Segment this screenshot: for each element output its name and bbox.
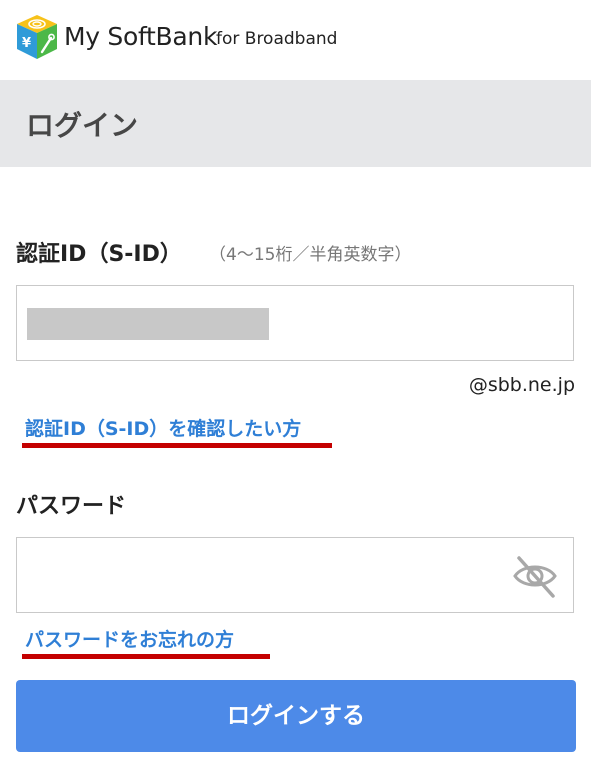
password-help-link[interactable]: パスワードをお忘れの方: [25, 625, 234, 652]
id-help-underline: [22, 443, 332, 448]
login-button[interactable]: ログインする: [16, 680, 576, 752]
page-title: ログイン: [26, 109, 139, 142]
password-label: パスワード: [16, 494, 127, 519]
id-input[interactable]: [16, 285, 574, 361]
eye-slash-icon[interactable]: [511, 552, 559, 600]
password-input[interactable]: [16, 537, 574, 613]
softbank-logo-icon: ¥: [17, 15, 57, 59]
id-domain-suffix: @sbb.ne.jp: [468, 374, 575, 396]
svg-text:¥: ¥: [22, 36, 31, 51]
brand-name: My SoftBank: [64, 22, 218, 51]
masked-id-value: [27, 308, 269, 340]
password-help-underline: [22, 654, 270, 659]
app-header: ¥ My SoftBank for Broadband: [0, 0, 591, 80]
id-hint: （4〜15桁／半角英数字）: [209, 245, 412, 265]
id-label: 認証ID（S-ID）: [16, 242, 182, 267]
id-help-link[interactable]: 認証ID（S-ID）を確認したい方: [25, 414, 301, 441]
brand-subtitle: for Broadband: [216, 29, 338, 49]
page-title-bar: ログイン: [0, 80, 591, 167]
